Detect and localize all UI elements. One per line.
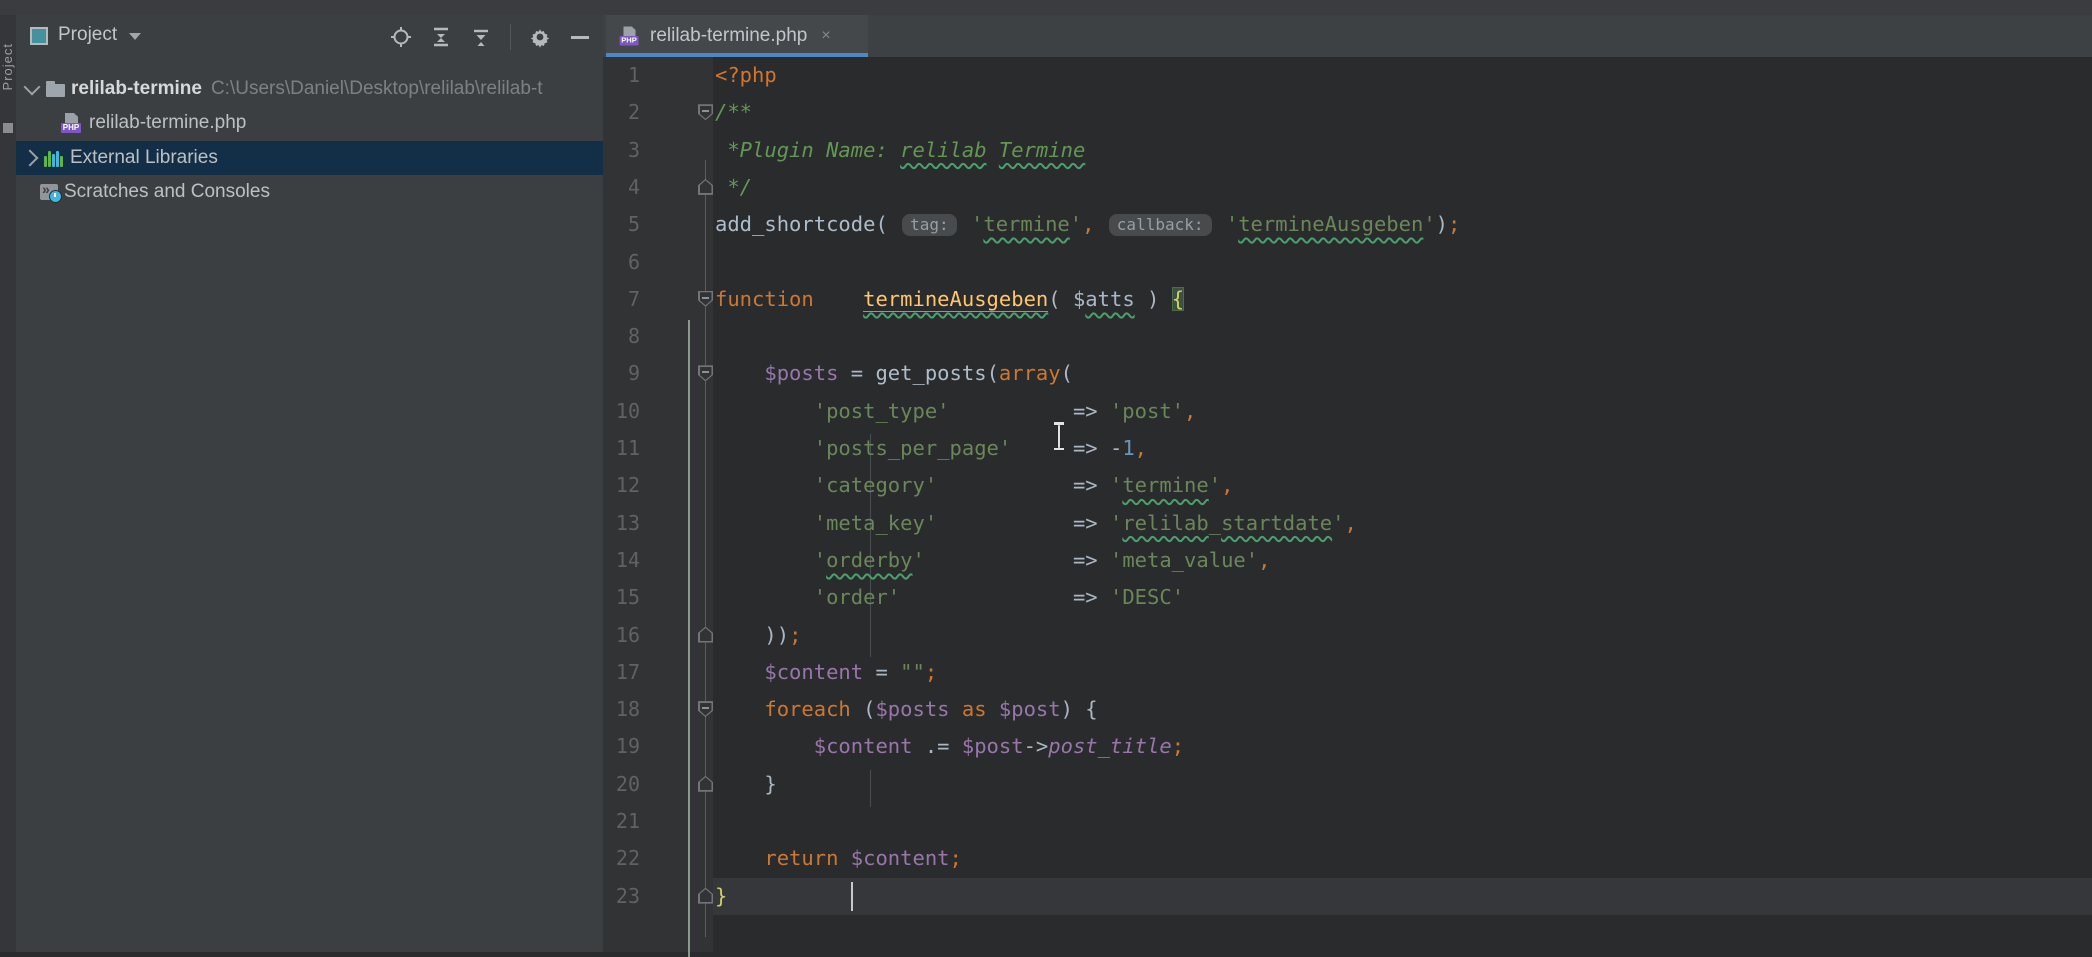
code-line-17[interactable]: $content = ""; [715, 654, 937, 691]
code-line-3[interactable]: *Plugin Name: relilab Termine [715, 132, 1085, 169]
code-line-20[interactable]: } [715, 766, 777, 803]
fold-marker-end[interactable] [698, 627, 713, 643]
settings-icon[interactable] [529, 26, 551, 48]
project-panel-header: Project [16, 15, 603, 57]
line-number[interactable]: 12 [603, 467, 640, 504]
phpstorm-window: { "tool_strip": {"label": "Project"}, "p… [0, 0, 2092, 952]
tree-item-relilab-termine-php[interactable]: PHP relilab-termine.php [16, 106, 648, 140]
line-number[interactable]: 16 [603, 617, 640, 654]
code-line-19[interactable]: $content .= $post->post_title; [715, 728, 1184, 765]
fold-marker-end[interactable] [698, 179, 713, 195]
fold-marker-start[interactable] [698, 291, 713, 307]
line-number[interactable]: 3 [603, 132, 640, 169]
line-number[interactable]: 14 [603, 542, 640, 579]
tab-relilab-termine-php[interactable]: PHP relilab-termine.php × [606, 15, 868, 57]
line-number[interactable]: 6 [603, 244, 640, 281]
fold-marker-start[interactable] [698, 365, 713, 381]
line-number[interactable]: 2 [603, 94, 640, 131]
chevron-right-icon[interactable] [22, 150, 39, 167]
tree-item-external-libraries[interactable]: External Libraries [16, 141, 607, 175]
fold-marker-start[interactable] [698, 701, 713, 717]
code-line-7[interactable]: function termineAusgeben( $atts ) { [715, 281, 1184, 318]
tab-title: relilab-termine.php [650, 25, 807, 47]
line-number[interactable]: 22 [603, 840, 640, 877]
text-caret [851, 882, 853, 911]
toolbar-separator [510, 24, 511, 50]
code-line-10[interactable]: 'post_type' => 'post', [715, 393, 1196, 430]
line-number[interactable]: 23 [603, 878, 640, 915]
code-line-5[interactable]: add_shortcode( tag: 'termine', callback:… [715, 206, 1460, 243]
expand-all-icon[interactable] [430, 26, 452, 48]
line-number[interactable]: 21 [603, 803, 640, 840]
fold-marker-start[interactable] [698, 104, 713, 120]
code-line-1[interactable]: <?php [715, 57, 777, 94]
locate-icon[interactable] [390, 26, 412, 48]
line-number[interactable]: 10 [603, 393, 640, 430]
line-number[interactable]: 18 [603, 691, 640, 728]
editor-region: PHP relilab-termine.php × 12345678910111… [603, 15, 2092, 952]
php-file-icon: PHP [61, 113, 83, 133]
code-line-9[interactable]: $posts = get_posts(array( [715, 355, 1073, 392]
code-line-11[interactable]: 'posts_per_page' => -1, [715, 430, 1147, 467]
tool-window-stub-icon[interactable] [3, 123, 13, 133]
code-line-23[interactable]: } [715, 878, 727, 915]
line-number[interactable]: 1 [603, 57, 640, 94]
line-number[interactable]: 17 [603, 654, 640, 691]
line-number[interactable]: 9 [603, 355, 640, 392]
fold-marker-end[interactable] [698, 776, 713, 792]
editor-tab-bar: PHP relilab-termine.php × [603, 15, 2092, 57]
tree-item-label: relilab-termine.php [89, 112, 246, 134]
fold-scope-highlight-line [688, 320, 690, 957]
php-file-icon: PHP [620, 27, 641, 46]
project-panel-title[interactable]: Project [58, 24, 117, 46]
code-line-15[interactable]: 'order' => 'DESC' [715, 579, 1184, 616]
code-line-13[interactable]: 'meta_key' => 'relilab_startdate', [715, 505, 1357, 542]
line-number[interactable]: 19 [603, 728, 640, 765]
project-view-icon [30, 27, 48, 45]
collapse-all-icon[interactable] [470, 26, 492, 48]
project-panel-toolbar [390, 22, 591, 52]
current-line-highlight [713, 878, 2092, 915]
code-line-14[interactable]: 'orderby' => 'meta_value', [715, 542, 1270, 579]
tree-item-path: C:\Users\Daniel\Desktop\relilab\relilab-… [211, 78, 543, 100]
code-line-4[interactable]: */ [715, 169, 752, 206]
code-line-22[interactable]: return $content; [715, 840, 962, 877]
tree-item-label: External Libraries [70, 147, 218, 169]
tree-item-label: Scratches and Consoles [64, 181, 270, 203]
fold-marker-end[interactable] [698, 888, 713, 904]
project-panel: Project relilab-termine C:\Users\Daniel\D… [16, 15, 603, 952]
tree-item-relilab-termine[interactable]: relilab-termine C:\Users\Daniel\Desktop\r… [16, 72, 607, 106]
mouse-ibeam-cursor [1053, 422, 1065, 450]
line-number[interactable]: 5 [603, 206, 640, 243]
tree-item-scratches-and-consoles[interactable]: Scratches and Consoles [16, 175, 627, 209]
tool-window-bar-project-label[interactable]: Project [0, 43, 16, 90]
line-number[interactable]: 8 [603, 318, 640, 355]
code-line-12[interactable]: 'category' => 'termine', [715, 467, 1233, 504]
line-number[interactable]: 4 [603, 169, 640, 206]
tree-item-label: relilab-termine [71, 78, 202, 100]
hide-icon[interactable] [569, 26, 591, 48]
code-area[interactable]: <?php/** *Plugin Name: relilab Termine *… [713, 57, 2092, 952]
parameter-hint: callback: [1109, 214, 1212, 236]
indent-guide [870, 770, 871, 807]
chevron-down-icon[interactable] [129, 33, 141, 40]
code-line-18[interactable]: foreach ($posts as $post) { [715, 691, 1098, 728]
line-number[interactable]: 11 [603, 430, 640, 467]
close-icon[interactable]: × [821, 27, 830, 45]
folder-icon [46, 84, 65, 97]
fold-connector-line [705, 160, 706, 937]
line-number[interactable]: 20 [603, 766, 640, 803]
tool-window-bar[interactable]: Project [0, 15, 16, 952]
editor-gutter[interactable]: 1234567891011121314151617181920212223 [603, 57, 713, 952]
parameter-hint: tag: [902, 214, 957, 236]
scratches-icon [40, 184, 58, 200]
line-number[interactable]: 13 [603, 505, 640, 542]
code-line-16[interactable]: )); [715, 617, 801, 654]
code-line-2[interactable]: /** [715, 94, 752, 131]
line-number[interactable]: 7 [603, 281, 640, 318]
libraries-icon [44, 149, 64, 167]
chevron-down-icon[interactable] [24, 79, 41, 96]
window-top-strip [0, 0, 2092, 15]
line-number[interactable]: 15 [603, 579, 640, 616]
